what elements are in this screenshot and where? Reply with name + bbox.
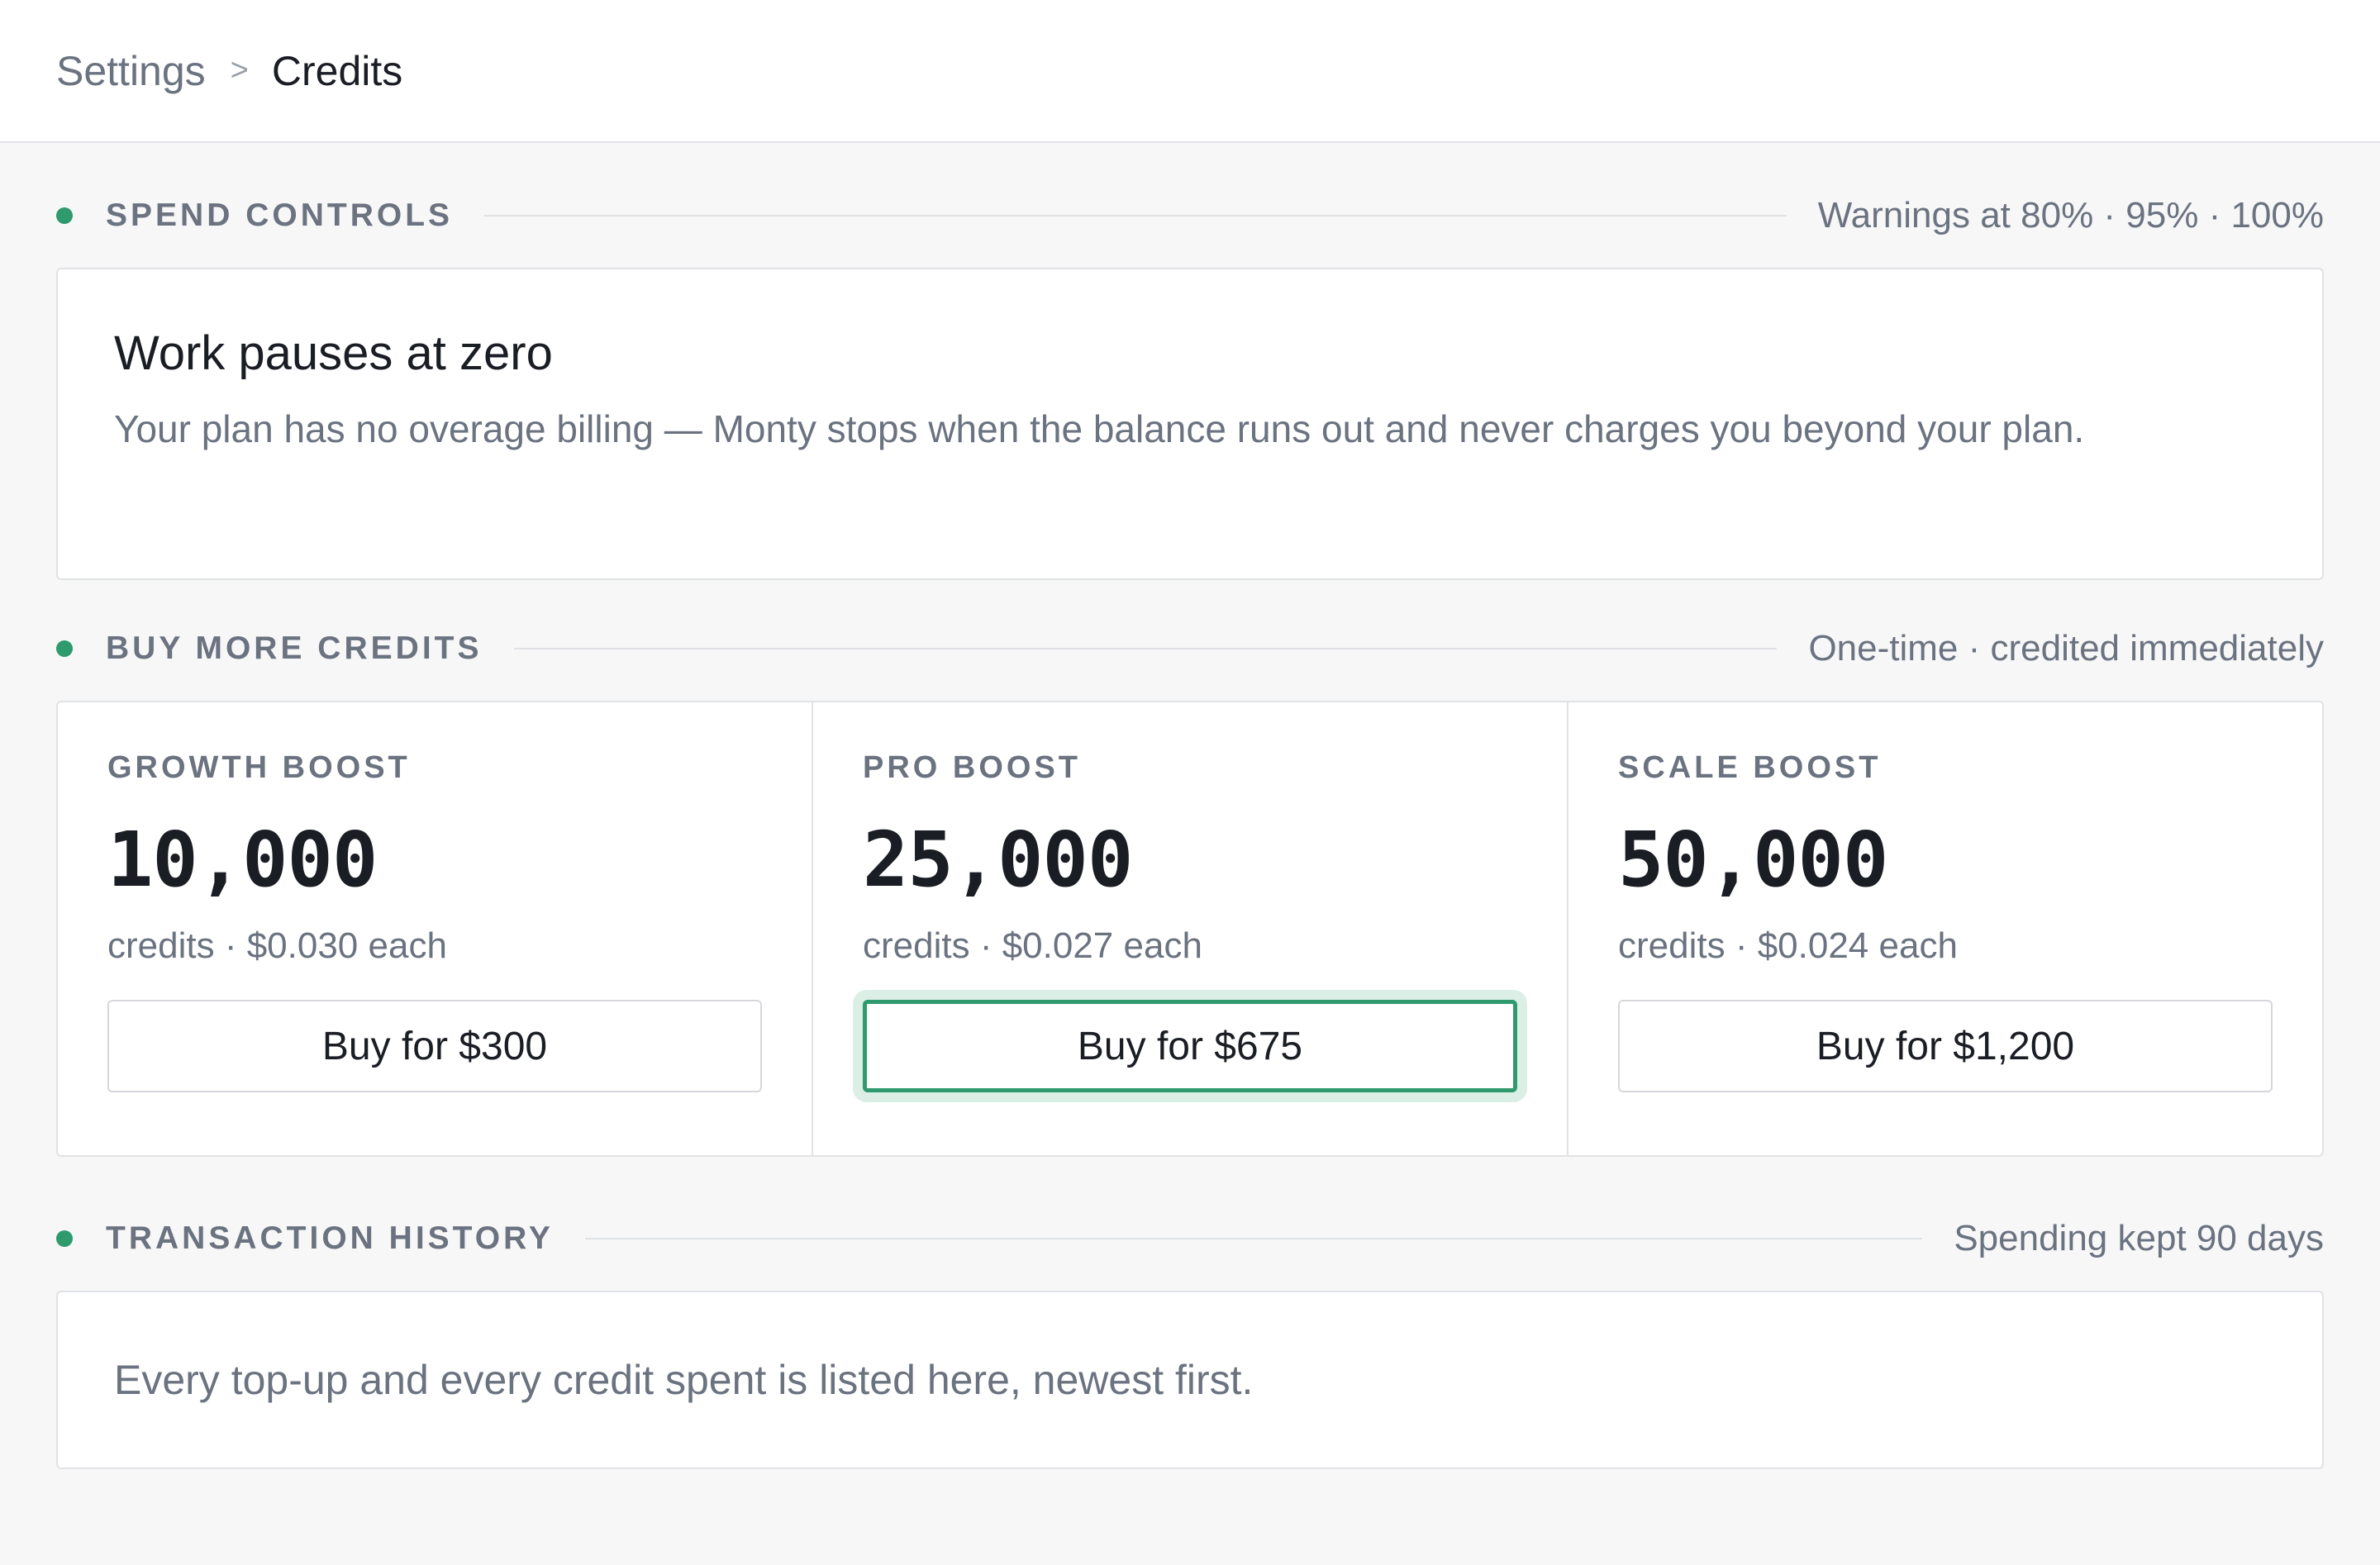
boost-card-pro: PRO BOOST 25,000 credits · $0.027 each B… [813,702,1568,1155]
breadcrumb-settings-link[interactable]: Settings [56,47,206,95]
status-dot-icon [56,640,73,657]
boost-credit-amount: 50,000 [1618,816,1888,904]
top-bar: Settings > Credits [0,0,2380,143]
spend-controls-card: Work pauses at zero Your plan has no ove… [56,268,2324,580]
breadcrumb: Settings > Credits [56,47,402,95]
boost-name: SCALE BOOST [1618,750,1882,785]
boost-options: GROWTH BOOST 10,000 credits · $0.030 eac… [56,701,2324,1157]
buy-scale-boost-button[interactable]: Buy for $1,200 [1618,1000,2273,1092]
section-meta: Spending kept 90 days [1954,1218,2324,1258]
divider [584,1238,1923,1239]
boost-unit-price: credits · $0.027 each [863,925,1202,966]
section-meta: Warnings at 80% · 95% · 100% [1817,195,2324,235]
status-dot-icon [56,1230,73,1247]
card-heading: Work pauses at zero [114,326,553,380]
main-content: SPEND CONTROLS Warnings at 80% · 95% · 1… [0,178,2380,1469]
divider [484,215,1787,216]
boost-credit-amount: 25,000 [863,816,1133,904]
boost-credit-amount: 10,000 [107,816,378,904]
boost-card-growth: GROWTH BOOST 10,000 credits · $0.030 eac… [58,702,813,1155]
transaction-history-header: TRANSACTION HISTORY Spending kept 90 day… [56,1201,2324,1276]
spend-controls-header: SPEND CONTROLS Warnings at 80% · 95% · 1… [56,178,2324,253]
buy-pro-boost-button[interactable]: Buy for $675 [863,1000,1517,1092]
boost-unit-price: credits · $0.030 each [107,925,447,966]
empty-state-text: Every top-up and every credit spent is l… [114,1357,1254,1403]
transaction-history-card: Every top-up and every credit spent is l… [56,1291,2324,1469]
breadcrumb-current-page: Credits [271,47,403,94]
section-meta: One-time · credited immediately [1808,628,2324,668]
section-title: SPEND CONTROLS [106,197,454,233]
status-dot-icon [56,207,73,224]
section-title: BUY MORE CREDITS [106,630,483,666]
buy-growth-boost-button[interactable]: Buy for $300 [107,1000,762,1092]
boost-unit-price: credits · $0.024 each [1618,925,1958,966]
divider [513,648,1778,649]
boost-card-scale: SCALE BOOST 50,000 credits · $0.024 each… [1568,702,2322,1155]
card-description: Your plan has no overage billing — Monty… [114,407,2085,450]
breadcrumb-separator: > [230,53,249,88]
boost-name: PRO BOOST [863,750,1082,785]
boost-name: GROWTH BOOST [107,750,411,785]
section-title: TRANSACTION HISTORY [106,1220,554,1256]
buy-credits-header: BUY MORE CREDITS One-time · credited imm… [56,611,2324,686]
